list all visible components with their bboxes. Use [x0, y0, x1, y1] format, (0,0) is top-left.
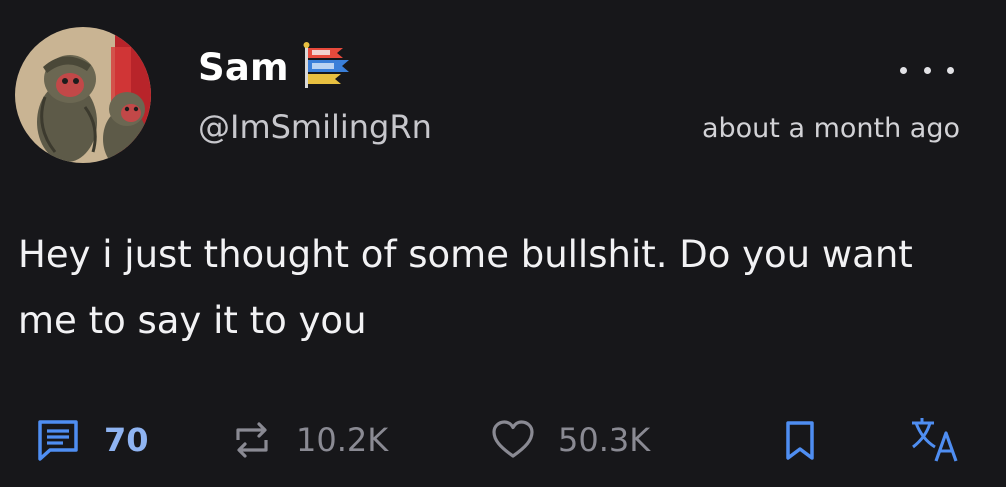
comment-count: 70 [104, 421, 149, 459]
repost-button[interactable]: 10.2K [230, 412, 388, 468]
carp-streamer-flag-emoji [303, 42, 351, 92]
comment-button[interactable]: 70 [36, 412, 149, 468]
heart-icon [492, 420, 534, 458]
post-text: Hey i just thought of some bullshit. Do … [18, 233, 913, 342]
bookmark-icon [786, 421, 814, 460]
post-actions-bar: 70 10.2K 50.3K [0, 412, 1006, 468]
post-timestamp: about a month ago [701, 113, 960, 144]
more-options-icon-dot [923, 66, 931, 74]
author-name-row: Sam [198, 42, 351, 92]
author-handle[interactable]: @ImSmilingRn [198, 108, 432, 146]
like-count: 50.3K [558, 421, 651, 459]
author-avatar[interactable] [15, 27, 151, 163]
avatar-monkeys-image [15, 27, 151, 163]
translate-icon [912, 418, 958, 462]
bookmark-button[interactable] [780, 412, 820, 468]
repost-count: 10.2K [296, 421, 389, 459]
author-display-name[interactable]: Sam [198, 46, 289, 89]
more-options-icon [900, 66, 907, 74]
comment-icon [38, 420, 78, 461]
more-options-icon-dot [947, 66, 954, 74]
more-options-button[interactable] [900, 60, 954, 80]
repost-icon [236, 422, 268, 458]
translate-button[interactable] [908, 412, 962, 468]
like-button[interactable]: 50.3K [490, 412, 650, 468]
post: Sam @ImSmilingRn about a month ago Hey i… [0, 0, 1006, 487]
